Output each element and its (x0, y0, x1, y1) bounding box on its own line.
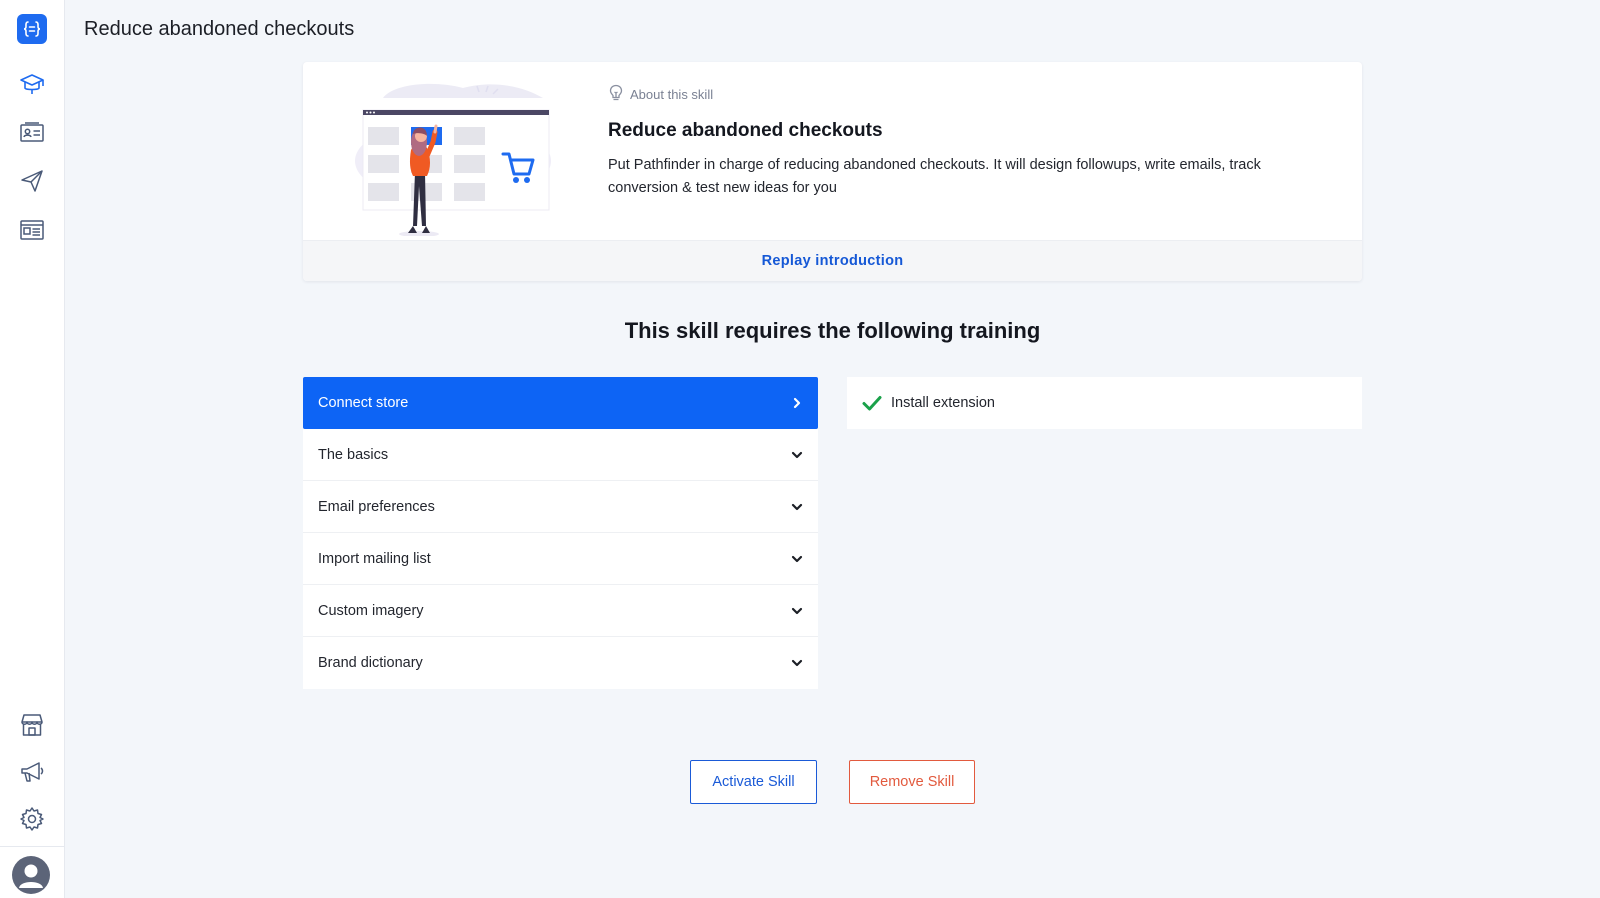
training-item-brand-dictionary[interactable]: Brand dictionary (303, 637, 818, 689)
training-item-custom-imagery[interactable]: Custom imagery (303, 585, 818, 637)
logo-braces-icon[interactable] (17, 14, 47, 44)
task-install-extension[interactable]: Install extension (847, 377, 1362, 429)
replay-introduction-link[interactable]: Replay introduction (762, 253, 904, 269)
newspaper-icon[interactable] (16, 214, 48, 246)
training-item-label: Brand dictionary (318, 655, 423, 671)
training-heading: This skill requires the following traini… (624, 318, 1041, 343)
gear-icon[interactable] (16, 803, 48, 835)
replay-bar: Replay introduction (303, 240, 1362, 281)
chevron-right-icon (790, 396, 804, 410)
chevron-down-icon (790, 656, 804, 670)
training-item-import-mailing-list[interactable]: Import mailing list (303, 533, 818, 585)
training-item-connect-store[interactable]: Connect store (303, 377, 818, 429)
training-list: Connect store The basics Email preferenc… (303, 377, 818, 689)
about-label-row: About this skill (608, 84, 713, 105)
chevron-down-icon (790, 604, 804, 618)
training-item-the-basics[interactable]: The basics (303, 429, 818, 481)
training-item-label: Connect store (318, 395, 409, 411)
user-avatar-icon[interactable] (12, 856, 50, 894)
remove-skill-button[interactable]: Remove Skill (849, 760, 975, 804)
skill-illustration (353, 76, 563, 237)
page-title: Reduce abandoned checkouts (84, 18, 355, 40)
chevron-down-icon (790, 448, 804, 462)
skill-description: Put Pathfinder in charge of reducing aba… (608, 157, 1261, 196)
megaphone-icon[interactable] (16, 756, 48, 788)
about-label: About this skill (630, 87, 714, 102)
task-label: Install extension (891, 395, 995, 411)
about-skill-card: About this skill Reduce abandoned checko… (303, 62, 1362, 281)
sidebar (0, 0, 65, 898)
lightbulb-icon (608, 84, 624, 105)
chevron-down-icon (790, 500, 804, 514)
activate-skill-button[interactable]: Activate Skill (690, 760, 817, 804)
training-item-label: Import mailing list (318, 550, 431, 567)
storefront-icon[interactable] (16, 709, 48, 741)
training-item-email-preferences[interactable]: Email preferences (303, 481, 818, 533)
checkmark-icon (861, 392, 883, 414)
sidebar-divider (0, 846, 65, 847)
contact-card-icon[interactable] (16, 117, 48, 149)
skill-title: Reduce abandoned checkouts (608, 120, 883, 141)
graduation-cap-icon[interactable] (16, 68, 48, 100)
chevron-down-icon (790, 552, 804, 566)
training-item-label: The basics (318, 446, 389, 463)
training-item-label: Email preferences (318, 498, 435, 515)
training-item-label: Custom imagery (318, 602, 424, 619)
paper-plane-icon[interactable] (16, 165, 48, 197)
